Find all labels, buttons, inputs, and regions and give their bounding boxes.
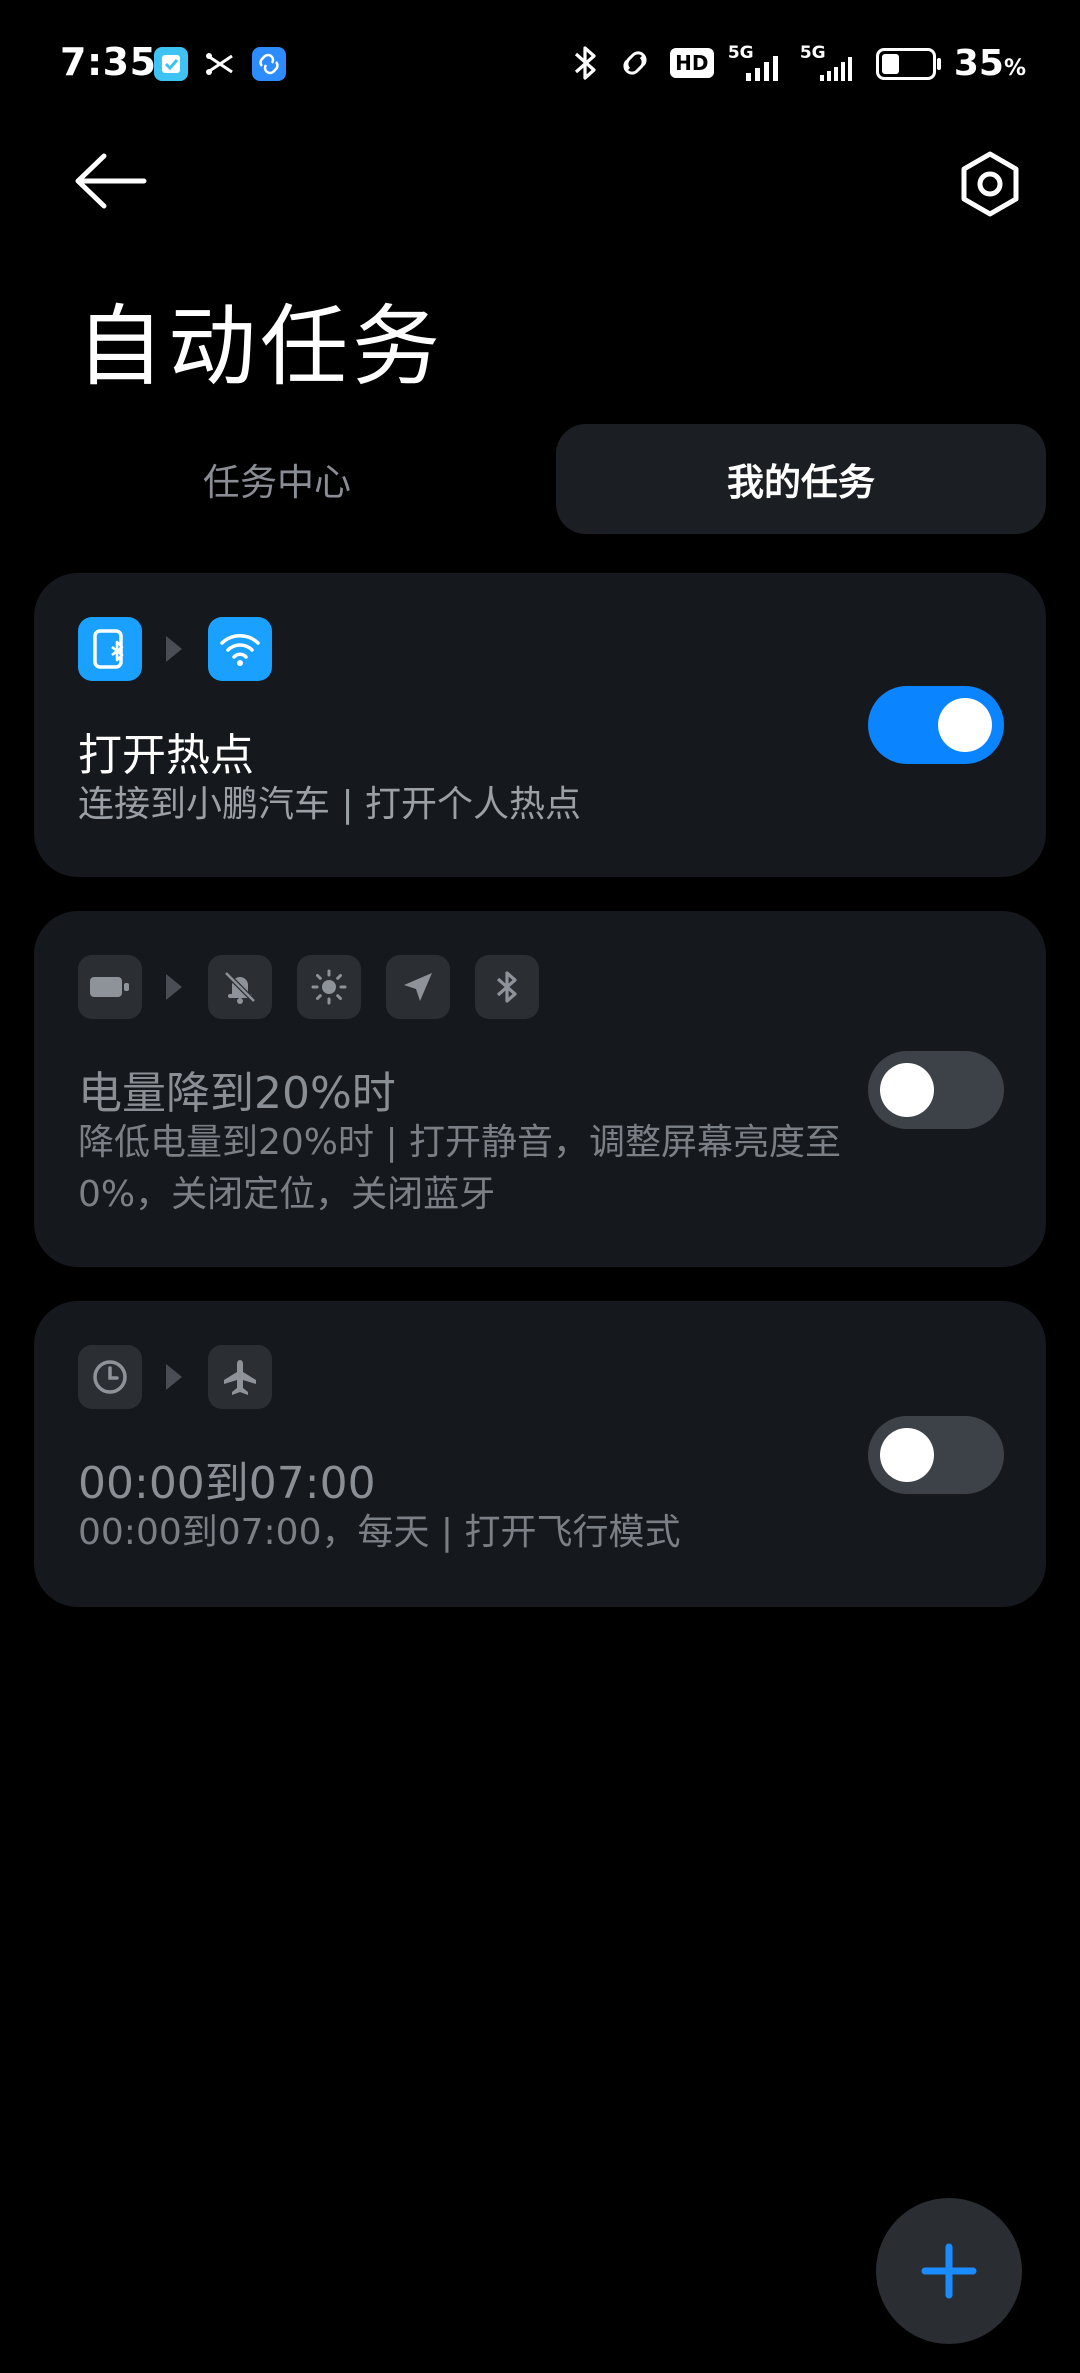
status-time: 7:35 (60, 40, 157, 84)
page-title: 自动任务 (76, 295, 445, 398)
task-title: 电量降到20%时 (78, 1068, 396, 1119)
calendar-app-icon (154, 47, 188, 81)
task-toggle[interactable] (868, 1051, 1004, 1129)
task-card-hotspot[interactable]: 打开热点 连接到小鹏汽车 | 打开个人热点 (34, 573, 1046, 877)
airplane-icon (208, 1345, 272, 1409)
toggle-knob (938, 698, 992, 752)
bluetooth-device-icon (78, 617, 142, 681)
task-toggle[interactable] (868, 686, 1004, 764)
settings-button[interactable] (954, 148, 1026, 220)
bluetooth-icon (574, 46, 596, 80)
trigger-arrow (166, 1364, 182, 1390)
task-title: 打开热点 (78, 730, 254, 781)
task-title: 00:00到07:00 (78, 1458, 376, 1509)
bluetooth-icon (475, 955, 539, 1019)
task-card-schedule[interactable]: 00:00到07:00 00:00到07:00，每天 | 打开飞行模式 (34, 1301, 1046, 1607)
battery-percent-sign: % (1003, 55, 1026, 81)
brightness-icon (297, 955, 361, 1019)
trigger-arrow (166, 636, 182, 662)
battery-level-text: 35 (953, 42, 1004, 84)
task-subtitle: 降低电量到20%时 | 打开静音，调整屏幕亮度至0%，关闭定位，关闭蓝牙 (78, 1122, 842, 1215)
link-app-icon (252, 47, 286, 81)
toggle-knob (880, 1428, 934, 1482)
tab-my-tasks[interactable]: 我的任务 (556, 424, 1046, 534)
arrow-left-icon (75, 153, 147, 209)
back-button[interactable] (68, 148, 152, 214)
status-right-group: HD 5G 5G 35 % (570, 40, 1026, 86)
signal-5g-icon: 5G (728, 43, 786, 83)
location-icon (386, 955, 450, 1019)
battery-icon (78, 955, 142, 1019)
signal-5g-icon: 5G (800, 43, 862, 83)
toggle-knob (880, 1063, 934, 1117)
task-toggle[interactable] (868, 1416, 1004, 1494)
task-subtitle: 连接到小鹏汽车 | 打开个人热点 (78, 784, 582, 825)
battery-icon (875, 48, 941, 80)
task-card-battery[interactable]: 电量降到20%时 降低电量到20%时 | 打开静音，调整屏幕亮度至0%，关闭定位… (34, 911, 1046, 1267)
add-task-button[interactable] (876, 2198, 1022, 2344)
scissors-icon (204, 50, 236, 78)
hexagon-gear-icon (961, 151, 1019, 217)
hd-icon: HD (669, 48, 714, 78)
tab-task-center[interactable]: 任务中心 (32, 424, 522, 534)
link-icon (623, 51, 647, 75)
plus-icon (921, 2243, 977, 2299)
trigger-arrow (166, 974, 182, 1000)
mute-bell-icon (208, 955, 272, 1019)
task-subtitle: 00:00到07:00，每天 | 打开飞行模式 (78, 1512, 681, 1553)
clock-icon (78, 1345, 142, 1409)
hotspot-wifi-icon (208, 617, 272, 681)
